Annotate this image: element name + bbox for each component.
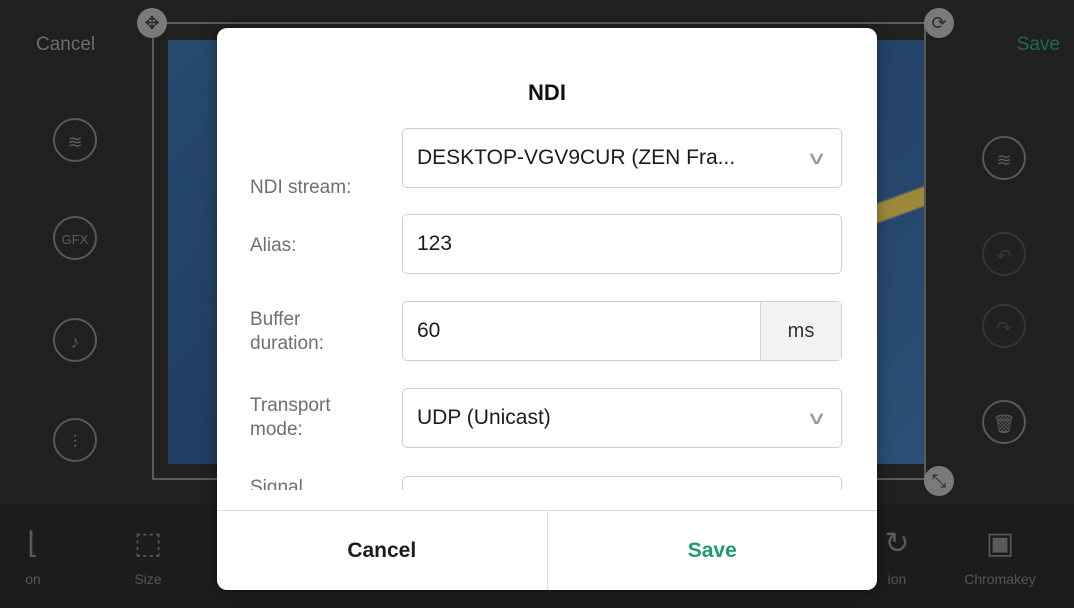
transport-mode-label: Transport mode: xyxy=(250,395,331,440)
alias-input[interactable]: 123 xyxy=(402,214,842,274)
tool-size-label: Size xyxy=(134,571,162,587)
buffer-duration-input[interactable]: 60 ms xyxy=(402,301,842,361)
ndi-stream-label: NDI stream: xyxy=(250,177,352,198)
buffer-unit: ms xyxy=(760,302,841,360)
position-icon: ⌊ xyxy=(27,527,39,560)
mixer-icon[interactable]: ⫶ xyxy=(53,418,97,462)
music-icon[interactable]: ♪ xyxy=(53,318,97,362)
select-layer-icon[interactable]: ≋ xyxy=(982,136,1026,180)
tool-chromakey[interactable]: ▣ Chromakey xyxy=(950,527,1050,587)
chevron-down-icon: ∨ xyxy=(805,408,827,428)
ndi-form[interactable]: NDI stream: DESKTOP-VGV9CUR (ZEN Fra... … xyxy=(217,128,877,490)
add-layer-icon[interactable]: ≋ xyxy=(53,118,97,162)
top-save-button[interactable]: Save xyxy=(1017,34,1060,56)
tool-chromakey-label: Chromakey xyxy=(964,571,1036,587)
add-gfx-icon[interactable]: GFX xyxy=(53,216,97,260)
rotate-handle-icon[interactable]: ⟳ xyxy=(924,8,954,38)
rotation-icon: ↻ xyxy=(884,527,910,560)
buffer-duration-label: Buffer duration: xyxy=(250,309,324,354)
tool-rotation-label: ion xyxy=(887,571,907,587)
chromakey-icon: ▣ xyxy=(985,527,1015,560)
signal-field[interactable] xyxy=(402,476,842,490)
trash-icon[interactable]: 🗑 xyxy=(982,400,1026,444)
ndi-stream-select[interactable]: DESKTOP-VGV9CUR (ZEN Fra... ∨ xyxy=(402,128,842,188)
move-handle-icon[interactable]: ✥ xyxy=(137,8,167,38)
resize-handle-icon[interactable]: ⤡ xyxy=(924,466,954,496)
dialog-title: NDI xyxy=(528,80,566,105)
tool-size[interactable]: ⬚ Size xyxy=(118,527,178,587)
undo-icon: ↶ xyxy=(982,232,1026,276)
tool-position-label: on xyxy=(25,571,41,587)
tool-position[interactable]: ⌊ on xyxy=(8,527,58,587)
chevron-down-icon: ∨ xyxy=(805,148,827,168)
size-icon: ⬚ xyxy=(133,527,163,560)
cancel-button[interactable]: Cancel xyxy=(217,511,548,590)
signal-label: Signal xyxy=(250,477,303,490)
ndi-dialog: NDI NDI stream: DESKTOP-VGV9CUR (ZEN Fra… xyxy=(217,28,877,590)
redo-icon: ↷ xyxy=(982,304,1026,348)
buffer-duration-value: 60 xyxy=(417,319,441,342)
top-cancel-button[interactable]: Cancel xyxy=(36,34,95,56)
ndi-stream-value: DESKTOP-VGV9CUR (ZEN Fra... xyxy=(417,146,736,169)
alias-label: Alias: xyxy=(250,235,297,256)
transport-mode-select[interactable]: UDP (Unicast) ∨ xyxy=(402,388,842,448)
dialog-footer: Cancel Save xyxy=(217,510,877,590)
alias-value: 123 xyxy=(417,232,453,255)
tool-rotation[interactable]: ↻ ion xyxy=(872,527,922,587)
transport-mode-value: UDP (Unicast) xyxy=(417,406,551,429)
save-button[interactable]: Save xyxy=(548,511,878,590)
